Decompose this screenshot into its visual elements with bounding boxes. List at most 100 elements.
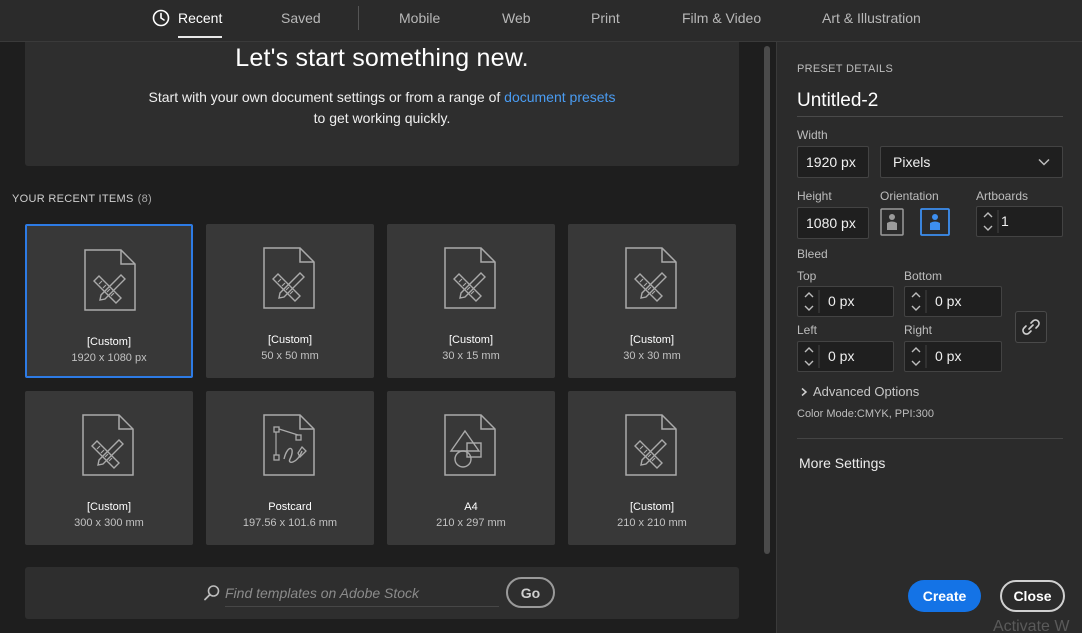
- document-ruler-pencil-icon: [625, 247, 677, 309]
- nav-divider: [358, 6, 359, 30]
- recent-item[interactable]: [Custom] 300 x 300 mm: [25, 391, 193, 545]
- bleed-right-value: 0 px: [935, 348, 962, 364]
- clock-icon: [152, 9, 170, 27]
- document-ruler-pencil-icon: [625, 414, 677, 476]
- units-value: Pixels: [893, 154, 931, 170]
- recent-item[interactable]: [Custom] 1920 x 1080 px: [25, 224, 193, 378]
- presets-area: Let's start something new. Start with yo…: [0, 42, 776, 633]
- bleed-bottom-stepper[interactable]: 0 px: [904, 286, 1002, 317]
- recent-item[interactable]: Postcard 197.56 x 101.6 mm: [206, 391, 374, 545]
- bleed-top-stepper[interactable]: 0 px: [797, 286, 894, 317]
- active-tab-indicator: [178, 36, 223, 38]
- bleed-bottom-value: 0 px: [935, 293, 962, 309]
- activate-windows-watermark: Activate W: [993, 618, 1070, 633]
- recent-item[interactable]: A4 210 x 297 mm: [387, 391, 555, 545]
- recent-item-name: [Custom]: [448, 334, 493, 346]
- document-name-underline: [797, 116, 1063, 117]
- stepper-arrows-icon[interactable]: [798, 287, 820, 316]
- units-dropdown[interactable]: Pixels: [880, 146, 1063, 178]
- tab-label: Recent: [178, 10, 223, 26]
- document-ruler-pencil-icon: [263, 247, 315, 309]
- recent-item-size: 1920 x 1080 px: [71, 352, 147, 364]
- stepper-arrows-icon[interactable]: [905, 287, 927, 316]
- link-icon: [1022, 319, 1040, 335]
- recent-item[interactable]: [Custom] 30 x 30 mm: [568, 224, 736, 378]
- recent-item-name: Postcard: [268, 501, 312, 513]
- stepper-arrows-icon[interactable]: [977, 207, 999, 236]
- document-pen-path-icon: [263, 414, 315, 476]
- hero-subtitle-text: Start with your own document settings or…: [148, 89, 505, 105]
- artboards-label: Artboards: [976, 189, 1029, 203]
- landscape-orientation-icon[interactable]: [920, 208, 950, 236]
- portrait-orientation-icon[interactable]: [880, 208, 904, 236]
- recent-item-name: A4: [464, 501, 478, 513]
- preset-details-label: PRESET DETAILS: [797, 63, 894, 75]
- top-nav: Recent Saved Mobile Web Print Film & Vid…: [0, 0, 1082, 42]
- stock-search-input[interactable]: [225, 579, 499, 607]
- width-label: Width: [797, 128, 828, 142]
- bleed-left-stepper[interactable]: 0 px: [797, 341, 894, 372]
- recent-item-name: [Custom]: [86, 501, 131, 513]
- recent-item[interactable]: [Custom] 30 x 15 mm: [387, 224, 555, 378]
- tab-saved[interactable]: Saved: [281, 0, 321, 40]
- hero-banner: Let's start something new. Start with yo…: [25, 42, 739, 166]
- bleed-right-label: Right: [904, 323, 933, 337]
- recent-item-size: 50 x 50 mm: [261, 350, 319, 362]
- recent-item-name: [Custom]: [629, 501, 674, 513]
- recent-item-size: 197.56 x 101.6 mm: [242, 517, 338, 529]
- link-bleed-button[interactable]: [1015, 311, 1047, 343]
- recent-item-size: 210 x 297 mm: [436, 517, 506, 529]
- advanced-options-label: Advanced Options: [813, 384, 920, 399]
- recent-item-size: 30 x 15 mm: [442, 350, 500, 362]
- bleed-top-label: Top: [797, 269, 817, 283]
- width-field[interactable]: 1920 px: [797, 146, 869, 178]
- preset-details-panel: PRESET DETAILS Untitled-2 Width 1920 px …: [776, 42, 1082, 633]
- document-ruler-pencil-icon: [84, 249, 136, 311]
- divider: [797, 438, 1063, 439]
- document-ruler-pencil-icon: [82, 414, 134, 476]
- recent-item-size: 300 x 300 mm: [74, 517, 144, 529]
- presets-scrollbar[interactable]: [764, 46, 770, 554]
- height-label: Height: [797, 189, 832, 203]
- close-button[interactable]: Close: [1000, 580, 1065, 612]
- orientation-label: Orientation: [880, 189, 939, 203]
- bleed-bottom-label: Bottom: [904, 269, 943, 283]
- recent-items-count: (8): [137, 193, 152, 205]
- artboards-stepper[interactable]: 1: [976, 206, 1063, 237]
- recent-items-heading: YOUR RECENT ITEMS: [12, 193, 134, 205]
- recent-item-name: [Custom]: [86, 336, 131, 348]
- tab-print[interactable]: Print: [591, 0, 620, 40]
- recent-item[interactable]: [Custom] 210 x 210 mm: [568, 391, 736, 545]
- bleed-top-value: 0 px: [828, 293, 855, 309]
- artboards-value: 1: [1001, 213, 1009, 229]
- tab-mobile[interactable]: Mobile: [399, 0, 440, 40]
- tab-art-illustration[interactable]: Art & Illustration: [822, 0, 921, 40]
- search-icon: [204, 585, 220, 601]
- stepper-arrows-icon[interactable]: [798, 342, 820, 371]
- go-button[interactable]: Go: [506, 577, 555, 608]
- hero-title: Let's start something new.: [235, 44, 529, 72]
- bleed-label: Bleed: [797, 247, 828, 261]
- document-ruler-pencil-icon: [444, 247, 496, 309]
- document-name[interactable]: Untitled-2: [797, 90, 878, 112]
- color-mode-info: Color Mode:CMYK, PPI:300: [797, 408, 934, 420]
- chevron-right-icon: [801, 387, 808, 397]
- height-field[interactable]: 1080 px: [797, 207, 869, 239]
- hero-subtitle: Start with your own document settings or…: [25, 87, 739, 129]
- tab-web[interactable]: Web: [502, 0, 531, 40]
- stepper-arrows-icon[interactable]: [905, 342, 927, 371]
- chevron-down-icon: [1038, 158, 1050, 166]
- advanced-options-toggle[interactable]: Advanced Options: [799, 384, 919, 399]
- document-shapes-icon: [444, 414, 496, 476]
- tab-film-video[interactable]: Film & Video: [682, 0, 761, 40]
- recent-item[interactable]: [Custom] 50 x 50 mm: [206, 224, 374, 378]
- tab-recent[interactable]: Recent: [152, 0, 223, 40]
- bleed-right-stepper[interactable]: 0 px: [904, 341, 1002, 372]
- document-presets-link[interactable]: document presets: [504, 89, 615, 105]
- recent-item-name: [Custom]: [267, 334, 312, 346]
- recent-item-size: 30 x 30 mm: [623, 350, 681, 362]
- create-button[interactable]: Create: [908, 580, 981, 612]
- stock-search-bar: Go: [25, 567, 739, 619]
- more-settings-link[interactable]: More Settings: [799, 455, 885, 471]
- recent-item-name: [Custom]: [629, 334, 674, 346]
